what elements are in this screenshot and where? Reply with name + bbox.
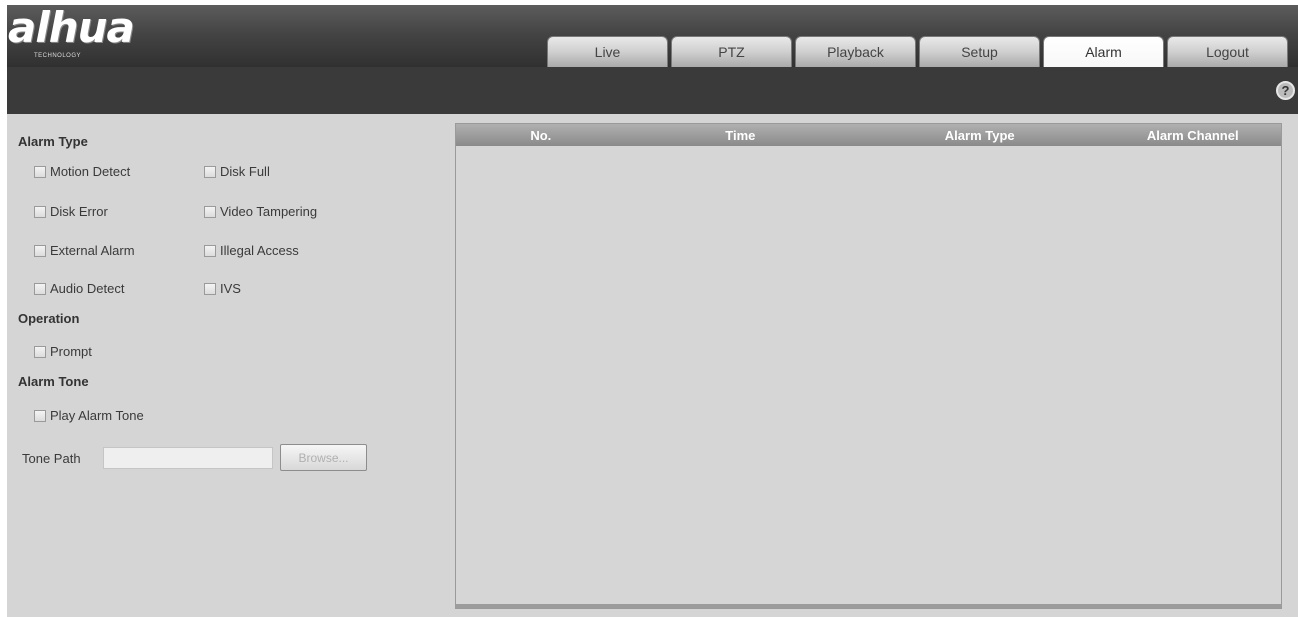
alarm-type-title: Alarm Type <box>18 134 88 149</box>
top-header: alhua TECHNOLOGY Live PTZ Playback Setup… <box>7 3 1298 69</box>
tab-logout[interactable]: Logout <box>1167 36 1288 67</box>
illegal-access-label: Illegal Access <box>220 243 299 258</box>
play-alarm-tone-checkbox[interactable] <box>34 409 46 422</box>
audio-detect-checkbox[interactable] <box>34 282 46 295</box>
dahua-logo: alhua TECHNOLOGY <box>8 3 178 65</box>
option-prompt[interactable]: Prompt <box>34 344 92 359</box>
tab-live[interactable]: Live <box>547 36 668 67</box>
alarm-tone-title: Alarm Tone <box>18 374 89 389</box>
motion-detect-checkbox[interactable] <box>34 165 46 178</box>
column-header-alarm-channel[interactable]: Alarm Channel <box>1104 124 1281 146</box>
column-header-time[interactable]: Time <box>626 124 855 146</box>
tone-path-label: Tone Path <box>22 451 81 466</box>
option-disk-full[interactable]: Disk Full <box>204 164 270 179</box>
option-illegal-access[interactable]: Illegal Access <box>204 243 299 258</box>
disk-full-label: Disk Full <box>220 164 270 179</box>
table-header: No. Time Alarm Type Alarm Channel <box>456 124 1281 146</box>
tab-ptz[interactable]: PTZ <box>671 36 792 67</box>
logo-text: alhua <box>8 3 135 52</box>
main-content: Alarm Type Motion Detect Disk Full Disk … <box>7 114 1298 617</box>
main-tabs: Live PTZ Playback Setup Alarm Logout <box>547 36 1291 67</box>
play-alarm-tone-label: Play Alarm Tone <box>50 408 144 423</box>
option-video-tampering[interactable]: Video Tampering <box>204 204 317 219</box>
toolbar-strip: ? <box>7 67 1298 114</box>
tab-setup[interactable]: Setup <box>919 36 1040 67</box>
video-tampering-label: Video Tampering <box>220 204 318 219</box>
column-header-no[interactable]: No. <box>456 124 626 146</box>
prompt-checkbox[interactable] <box>34 345 46 358</box>
browse-button[interactable]: Browse... <box>280 444 367 471</box>
app-window: alhua TECHNOLOGY Live PTZ Playback Setup… <box>7 3 1298 617</box>
external-alarm-checkbox[interactable] <box>34 244 46 257</box>
help-icon[interactable]: ? <box>1276 81 1295 100</box>
option-motion-detect[interactable]: Motion Detect <box>34 164 130 179</box>
audio-detect-label: Audio Detect <box>50 281 125 296</box>
tone-path-input[interactable] <box>103 447 273 469</box>
option-audio-detect[interactable]: Audio Detect <box>34 281 124 296</box>
alarm-table: No. Time Alarm Type Alarm Channel <box>455 123 1282 609</box>
tab-playback[interactable]: Playback <box>795 36 916 67</box>
illegal-access-checkbox[interactable] <box>204 244 216 257</box>
operation-title: Operation <box>18 311 80 326</box>
tab-alarm[interactable]: Alarm <box>1043 36 1164 67</box>
option-ivs[interactable]: IVS <box>204 281 241 296</box>
column-header-alarm-type[interactable]: Alarm Type <box>855 124 1104 146</box>
table-body <box>456 146 1281 604</box>
prompt-label: Prompt <box>50 344 92 359</box>
external-alarm-label: External Alarm <box>50 243 135 258</box>
video-tampering-checkbox[interactable] <box>204 205 216 218</box>
disk-error-checkbox[interactable] <box>34 205 46 218</box>
logo-subtitle: TECHNOLOGY <box>34 53 82 59</box>
option-disk-error[interactable]: Disk Error <box>34 204 108 219</box>
disk-full-checkbox[interactable] <box>204 165 216 178</box>
table-bottom-border <box>456 604 1281 608</box>
ivs-label: IVS <box>220 281 241 296</box>
ivs-checkbox[interactable] <box>204 282 216 295</box>
motion-detect-label: Motion Detect <box>50 164 131 179</box>
alarm-settings-panel: Alarm Type Motion Detect Disk Full Disk … <box>7 114 447 617</box>
option-play-alarm-tone[interactable]: Play Alarm Tone <box>34 408 144 423</box>
option-external-alarm[interactable]: External Alarm <box>34 243 135 258</box>
disk-error-label: Disk Error <box>50 204 108 219</box>
